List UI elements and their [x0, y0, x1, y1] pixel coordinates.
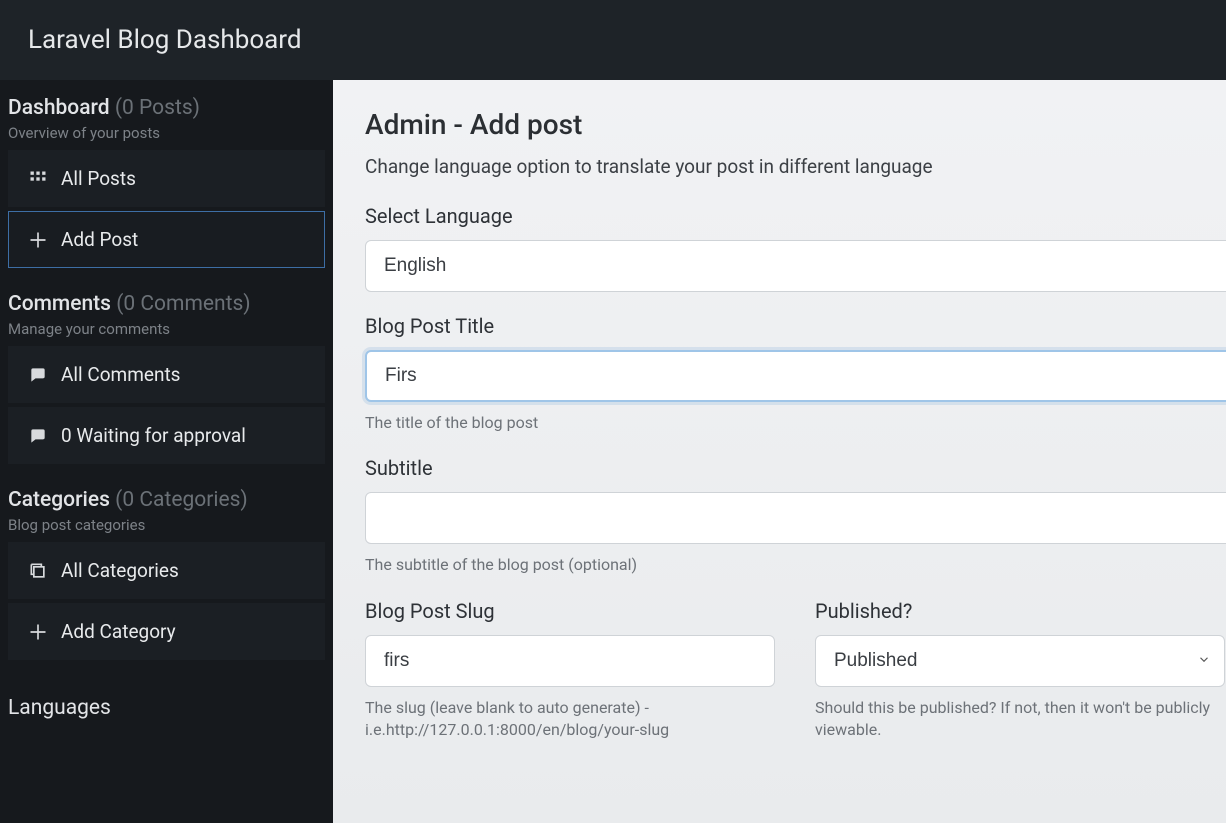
label-slug: Blog Post Slug [365, 599, 775, 623]
sidebar-item-waiting-approval[interactable]: 0 Waiting for approval [8, 407, 325, 464]
input-post-title[interactable] [365, 350, 1226, 402]
grid-icon [27, 168, 49, 190]
sidebar-item-add-category[interactable]: Add Category [8, 603, 325, 660]
sidebar-section-categories: Categories (0 Categories) Blog post cate… [8, 482, 325, 678]
sidebar-item-label: All Comments [61, 363, 180, 386]
plus-icon [27, 621, 49, 643]
field-published: Published? Should this be published? If … [815, 599, 1225, 742]
label-post-title: Blog Post Title [365, 314, 1226, 338]
main-content: Admin - Add post Change language option … [333, 80, 1226, 823]
sidebar-section-comments: Comments (0 Comments) Manage your commen… [8, 286, 325, 482]
help-subtitle: The subtitle of the blog post (optional) [365, 554, 1226, 576]
sidebar-subtitle-comments: Manage your comments [8, 320, 325, 338]
sidebar-item-label: Add Category [61, 620, 176, 643]
plus-icon [27, 229, 49, 251]
sidebar-section-dashboard: Dashboard (0 Posts) Overview of your pos… [8, 90, 325, 286]
sidebar-heading-categories: Categories (0 Categories) [8, 482, 325, 512]
sidebar-heading-languages[interactable]: Languages [8, 678, 325, 720]
select-published[interactable] [815, 635, 1225, 687]
label-language: Select Language [365, 204, 1226, 228]
field-slug: Blog Post Slug The slug (leave blank to … [365, 599, 775, 742]
sidebar-heading-comments: Comments (0 Comments) [8, 286, 325, 316]
sidebar-item-all-posts[interactable]: All Posts [8, 150, 325, 207]
group-icon [27, 560, 49, 582]
help-slug: The slug (leave blank to auto generate) … [365, 697, 775, 742]
comments-icon [27, 425, 49, 447]
page-description: Change language option to translate your… [365, 155, 1226, 178]
label-published: Published? [815, 599, 1225, 623]
sidebar-item-label: 0 Waiting for approval [61, 424, 246, 447]
select-language[interactable] [365, 240, 1226, 292]
input-subtitle[interactable] [365, 492, 1226, 544]
sidebar-item-all-comments[interactable]: All Comments [8, 346, 325, 403]
field-post-title: Blog Post Title The title of the blog po… [365, 314, 1226, 434]
label-subtitle: Subtitle [365, 456, 1226, 480]
comments-icon [27, 364, 49, 386]
topbar: Laravel Blog Dashboard [0, 0, 1226, 80]
app-title: Laravel Blog Dashboard [28, 25, 302, 55]
sidebar-item-label: Add Post [61, 228, 138, 251]
sidebar-heading-dashboard: Dashboard (0 Posts) [8, 90, 325, 120]
help-published: Should this be published? If not, then i… [815, 697, 1225, 742]
sidebar-subtitle-categories: Blog post categories [8, 516, 325, 534]
sidebar-subtitle-dashboard: Overview of your posts [8, 124, 325, 142]
sidebar-item-label: All Categories [61, 559, 179, 582]
field-subtitle: Subtitle The subtitle of the blog post (… [365, 456, 1226, 576]
sidebar-item-label: All Posts [61, 167, 136, 190]
field-language: Select Language [365, 204, 1226, 292]
page-title: Admin - Add post [365, 108, 1226, 141]
input-slug[interactable] [365, 635, 775, 687]
help-post-title: The title of the blog post [365, 412, 1226, 434]
sidebar-item-add-post[interactable]: Add Post [8, 211, 325, 268]
sidebar-item-all-categories[interactable]: All Categories [8, 542, 325, 599]
sidebar: Dashboard (0 Posts) Overview of your pos… [0, 80, 333, 823]
